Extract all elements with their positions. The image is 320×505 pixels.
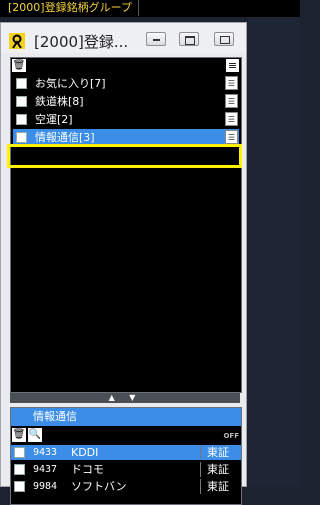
row-checkbox[interactable] — [14, 447, 25, 458]
row-checkbox[interactable] — [16, 96, 27, 107]
stock-code: 9433 — [33, 447, 58, 458]
group-row[interactable]: 鉄道株[8] ☰ — [13, 93, 239, 110]
selection-highlight — [7, 144, 242, 168]
stock-market: 東証 — [207, 463, 229, 476]
row-checkbox[interactable] — [14, 464, 25, 475]
restore-icon — [185, 36, 195, 45]
group-window: [2000]登録... 🗑 ≡ お気に入り[7] ☰ 鉄道株[8] ☰ 空運[2… — [0, 22, 247, 505]
group-label: 空運[2] — [35, 113, 73, 126]
minimize-button[interactable] — [146, 32, 166, 46]
trash-icon[interactable]: 🗑 — [12, 59, 26, 72]
title-bar[interactable]: [2000]登録... — [1, 23, 246, 53]
splitter-handle[interactable]: ▲ ▼ — [10, 393, 240, 403]
stock-name: KDDI — [71, 446, 99, 459]
detail-icon[interactable]: ☰ — [225, 76, 238, 90]
off-toggle[interactable]: OFF — [223, 432, 239, 440]
stock-row[interactable]: 9437 ドコモ 東証 — [11, 462, 241, 477]
background-pane — [248, 17, 300, 487]
stock-list-title: 情報通信 — [33, 410, 77, 423]
close-button[interactable] — [214, 32, 234, 46]
row-checkbox[interactable] — [16, 132, 27, 143]
stock-row[interactable]: 9433 KDDI 東証 — [11, 445, 241, 460]
row-checkbox[interactable] — [16, 114, 27, 125]
stock-market: 東証 — [207, 446, 229, 459]
group-label: お気に入り[7] — [35, 77, 106, 90]
group-list-panel: 🗑 ≡ お気に入り[7] ☰ 鉄道株[8] ☰ 空運[2] ☰ 情報通信[3] … — [10, 57, 242, 393]
column-divider — [200, 462, 201, 477]
detail-icon[interactable]: ☰ — [225, 112, 238, 126]
group-label: 鉄道株[8] — [35, 95, 84, 108]
trash-icon[interactable]: 🗑 — [12, 428, 26, 442]
stock-name: ドコモ — [71, 463, 104, 476]
detail-icon[interactable]: ☰ — [225, 94, 238, 108]
group-row[interactable]: 空運[2] ☰ — [13, 111, 239, 128]
stock-list-panel: 情報通信 🗑 🔍 OFF 9433 KDDI 東証 9437 ドコモ 東証 99… — [10, 407, 242, 505]
group-tab[interactable]: [2000]登録銘柄グループ — [4, 0, 139, 16]
detail-icon[interactable]: ☰ — [225, 130, 238, 144]
window-title: [2000]登録... — [34, 33, 129, 51]
search-icon[interactable]: 🔍 — [28, 428, 42, 442]
column-divider — [200, 445, 201, 460]
restore-button[interactable] — [179, 32, 199, 46]
stock-list-header: 情報通信 — [11, 408, 241, 426]
group-row[interactable]: お気に入り[7] ☰ — [13, 75, 239, 92]
menu-icon[interactable]: ≡ — [226, 59, 239, 72]
stock-list-toolbar: 🗑 🔍 OFF — [11, 427, 241, 443]
minimize-icon — [153, 39, 160, 41]
top-bar: [2000]登録銘柄グループ — [0, 0, 300, 17]
close-icon — [220, 36, 230, 44]
row-checkbox[interactable] — [16, 78, 27, 89]
app-logo-icon — [9, 33, 25, 49]
stock-code: 9437 — [33, 464, 58, 475]
